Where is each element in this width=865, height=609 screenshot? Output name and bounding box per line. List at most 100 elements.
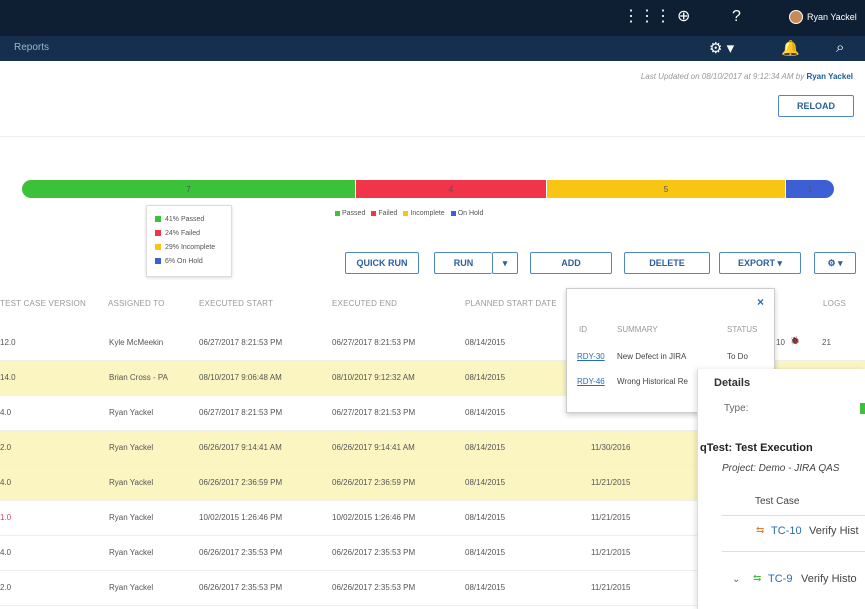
legend-swatch (450, 210, 456, 216)
cell-assigned: Ryan Yackel (109, 443, 154, 452)
col-planned-start[interactable]: PLANNED START DATE (465, 299, 557, 308)
cell-version: 4.0 (0, 408, 12, 417)
cell-planned-start: 08/14/2015 (465, 338, 506, 347)
test-case-link[interactable]: TC-10 (771, 525, 802, 537)
notification-bell-icon[interactable]: 🔔 (781, 39, 800, 57)
cell-defects[interactable]: 10 (776, 338, 785, 347)
cell-logs[interactable]: 21 (822, 338, 831, 347)
cell-planned-start: 08/14/2015 (465, 443, 506, 452)
gear-icon[interactable]: ⚙ ▾ (709, 39, 734, 57)
test-case-icon: ⇆ (756, 525, 765, 536)
last-updated: Last Updated on 08/10/2017 at 9:12:34 AM… (641, 72, 853, 81)
reload-button[interactable]: RELOAD (778, 95, 854, 117)
progress-segment[interactable]: 5 (545, 180, 786, 198)
cell-executed-start: 10/02/2015 1:26:46 PM (199, 513, 283, 522)
legend-label: Incomplete (410, 210, 445, 217)
cell-executed-end: 06/27/2017 8:21:53 PM (332, 408, 416, 417)
cell-planned-start: 08/14/2015 (465, 408, 506, 417)
cell-planned-start: 08/14/2015 (465, 583, 506, 592)
test-case-text: Verify Hist (809, 525, 859, 537)
progress-segment[interactable]: 4 (354, 180, 546, 198)
cell-version: 14.0 (0, 373, 16, 382)
add-button[interactable]: ADD (530, 252, 612, 274)
cell-executed-start: 08/10/2017 9:06:48 AM (199, 373, 282, 382)
cell-assigned: Ryan Yackel (109, 583, 154, 592)
col-version[interactable]: TEST CASE VERSION (0, 299, 86, 308)
chevron-down-icon[interactable]: ⌄ (732, 574, 740, 585)
avatar (789, 10, 803, 24)
cell-planned-start: 08/14/2015 (465, 513, 506, 522)
user-menu[interactable]: Ryan Yackel (789, 10, 857, 24)
cell-assigned: Kyle McMeekin (109, 338, 164, 347)
popup-col-id: ID (579, 325, 587, 334)
bug-icon[interactable]: 🐞 (790, 336, 800, 345)
settings-button[interactable]: ⚙ ▾ (814, 252, 856, 274)
popup-item-summary: Wrong Historical Re (617, 377, 688, 386)
cell-version: 2.0 (0, 443, 12, 452)
quick-run-button[interactable]: QUICK RUN (345, 252, 419, 274)
tooltip-text: 29% Incomplete (165, 243, 216, 251)
col-logs[interactable]: LOGS (823, 299, 846, 308)
divider (722, 515, 865, 516)
delete-button[interactable]: DELETE (624, 252, 710, 274)
test-case-link[interactable]: TC-9 (768, 573, 792, 585)
legend-item: Failed (371, 210, 397, 217)
cell-assigned: Ryan Yackel (109, 548, 154, 557)
search-icon[interactable]: ⌕ (836, 39, 844, 56)
cell-planned-start: 08/14/2015 (465, 548, 506, 557)
cell-executed-end: 10/02/2015 1:26:46 PM (332, 513, 416, 522)
details-title: Details (714, 377, 751, 389)
popup-col-status: STATUS (727, 325, 758, 334)
progress-segment[interactable]: 7 (22, 180, 355, 198)
cell-executed-end: 06/26/2017 2:35:53 PM (332, 548, 416, 557)
close-icon[interactable]: × (757, 295, 764, 309)
cell-version: 4.0 (0, 548, 12, 557)
col-executed-end[interactable]: EXECUTED END (332, 299, 397, 308)
cell-executed-end: 06/26/2017 2:36:59 PM (332, 478, 416, 487)
cell-version: 12.0 (0, 338, 16, 347)
tooltip-row: 24% Failed (155, 226, 223, 240)
col-executed-start[interactable]: EXECUTED START (199, 299, 273, 308)
details-type-label: Type: (724, 403, 749, 414)
cell-planned-end: 11/21/2015 (591, 548, 631, 557)
details-section-title: qTest: Test Execution (700, 442, 813, 454)
tooltip-row: 6% On Hold (155, 254, 223, 268)
progress-segment[interactable]: 1 (785, 180, 834, 198)
details-panel: Details Type: qTest: Test Execution Proj… (697, 369, 865, 609)
export-button[interactable]: EXPORT ▾ (719, 252, 801, 274)
cell-planned-start: 08/14/2015 (465, 373, 506, 382)
updated-by[interactable]: Ryan Yackel (806, 72, 853, 81)
legend-item: Incomplete (403, 210, 445, 217)
last-updated-text: Last Updated on 08/10/2017 at 9:12:34 AM… (640, 72, 807, 81)
test-case-icon: ⇆ (753, 573, 762, 584)
tooltip-text: 41% Passed (165, 215, 205, 223)
cell-executed-start: 06/27/2017 8:21:53 PM (199, 408, 283, 417)
top-bar: ⋮⋮⋮ ⊕ ? Ryan Yackel (0, 0, 865, 36)
cell-executed-start: 06/26/2017 9:14:41 AM (199, 443, 282, 452)
tooltip-text: 24% Failed (165, 229, 201, 237)
apps-grid-icon[interactable]: ⋮⋮⋮ (623, 9, 671, 25)
popup-item-id[interactable]: RDY-30 (577, 352, 605, 361)
cell-assigned: Ryan Yackel (109, 408, 154, 417)
nav-reports[interactable]: Reports (14, 42, 49, 53)
cell-executed-end: 06/27/2017 8:21:53 PM (332, 338, 416, 347)
details-project: Project: Demo - JIRA QAS (722, 463, 840, 474)
cell-executed-end: 08/10/2017 9:12:32 AM (332, 373, 415, 382)
status-progress-bar: 7451 (22, 180, 834, 198)
cell-executed-end: 06/26/2017 9:14:41 AM (332, 443, 415, 452)
progress-tooltip: 41% Passed 24% Failed 29% Incomplete 6% On … (146, 205, 232, 277)
run-button[interactable]: RUN (434, 252, 492, 274)
legend-label: Failed (378, 210, 398, 217)
col-assigned[interactable]: ASSIGNED TO (108, 299, 165, 308)
user-name: Ryan Yackel (807, 12, 857, 22)
download-icon[interactable]: ⊕ (677, 9, 690, 25)
legend-swatch (155, 258, 161, 264)
cell-assigned: Ryan Yackel (109, 513, 154, 522)
legend-swatch (155, 244, 161, 250)
cell-version: 2.0 (0, 583, 12, 592)
legend-label: On Hold (457, 210, 484, 217)
popup-item-id[interactable]: RDY-46 (577, 377, 605, 386)
details-test-case-header: Test Case (755, 496, 800, 507)
run-dropdown-button[interactable]: ▾ (492, 252, 518, 274)
help-icon[interactable]: ? (732, 9, 741, 25)
